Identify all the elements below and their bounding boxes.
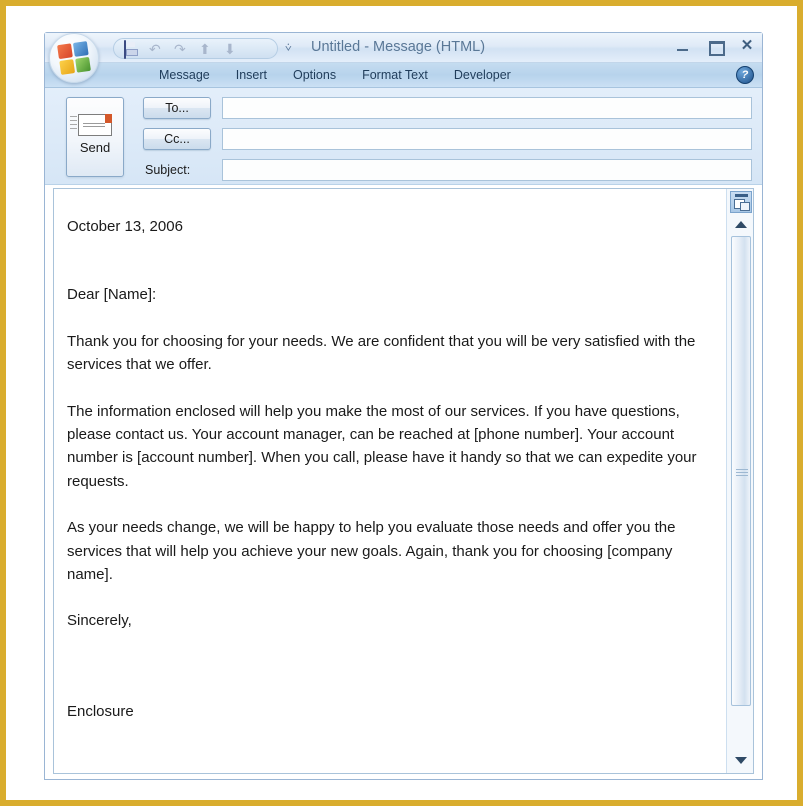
envelope-icon [70,114,112,136]
outlook-message-window: ↶ ↷ ⬆ ⬇ ⩒ Untitled - Message (HTML) ✕ Me… [44,32,763,780]
body-date: October 13, 2006 [67,218,183,235]
subject-label: Subject: [145,162,191,177]
undo-button[interactable]: ↶ [149,41,165,57]
to-button[interactable]: To... [143,96,211,119]
cc-input[interactable] [222,127,752,150]
previous-item-button[interactable]: ⬆ [199,41,215,57]
redo-button[interactable]: ↷ [174,41,190,57]
floppy-disk-icon [124,39,126,59]
scroll-up-arrow-icon[interactable] [731,215,751,233]
message-body-pane[interactable]: October 13, 2006 Dear [Name]: Thank you … [53,188,754,774]
subject-input[interactable] [222,158,752,181]
body-enclosure: Enclosure [67,702,134,720]
next-item-button[interactable]: ⬇ [224,41,240,57]
cc-button[interactable]: Cc... [143,127,211,150]
body-vertical-scrollbar[interactable] [726,189,753,773]
tab-developer[interactable]: Developer [441,65,524,85]
office-button[interactable] [49,33,99,83]
subject-row: Subject: [143,156,752,183]
cc-row: Cc... [143,125,752,152]
send-button-label: Send [79,140,111,155]
body-paragraph-3: As your needs change, we will be happy t… [67,519,676,583]
body-paragraph-1: Thank you for choosing for your needs. W… [67,332,696,374]
send-button[interactable]: Send [66,97,124,177]
save-button[interactable] [124,39,140,59]
window-title: Untitled - Message (HTML) [311,39,486,55]
body-paragraph-2: The information enclosed will help you m… [67,402,697,490]
message-body-text[interactable]: October 13, 2006 Dear [Name]: Thank you … [54,189,725,773]
body-closing: Sincerely, [67,612,132,630]
scroll-down-arrow-icon[interactable] [731,751,751,769]
scrollbar-thumb[interactable] [731,236,751,706]
title-bar: ↶ ↷ ⬆ ⬇ ⩒ Untitled - Message (HTML) ✕ [45,33,762,83]
screenshot-root: ↶ ↷ ⬆ ⬇ ⩒ Untitled - Message (HTML) ✕ Me… [0,0,803,806]
ribbon-tab-strip: Message Insert Options Format Text Devel… [45,63,762,88]
help-icon[interactable]: ? [736,66,754,84]
to-input[interactable] [222,96,752,119]
quick-access-toolbar[interactable]: ↶ ↷ ⬆ ⬇ [113,38,278,59]
compose-header: Send To... Cc... Subject: [45,88,762,185]
tab-options[interactable]: Options [280,65,349,85]
scrollbar-grip-icon [736,469,748,476]
minimize-button[interactable] [674,37,692,55]
tab-format-text[interactable]: Format Text [349,65,441,85]
select-browse-object-icon[interactable] [730,191,752,213]
body-salutation: Dear [Name]: [67,286,157,304]
tab-insert[interactable]: Insert [223,65,280,85]
office-logo-icon [57,41,91,75]
to-row: To... [143,94,752,121]
maximize-button[interactable] [706,37,725,56]
window-controls: ✕ [674,37,756,56]
customize-qat-chevron-down-icon[interactable]: ⩒ [285,39,292,57]
close-button[interactable]: ✕ [738,37,756,55]
tab-message[interactable]: Message [149,65,223,85]
